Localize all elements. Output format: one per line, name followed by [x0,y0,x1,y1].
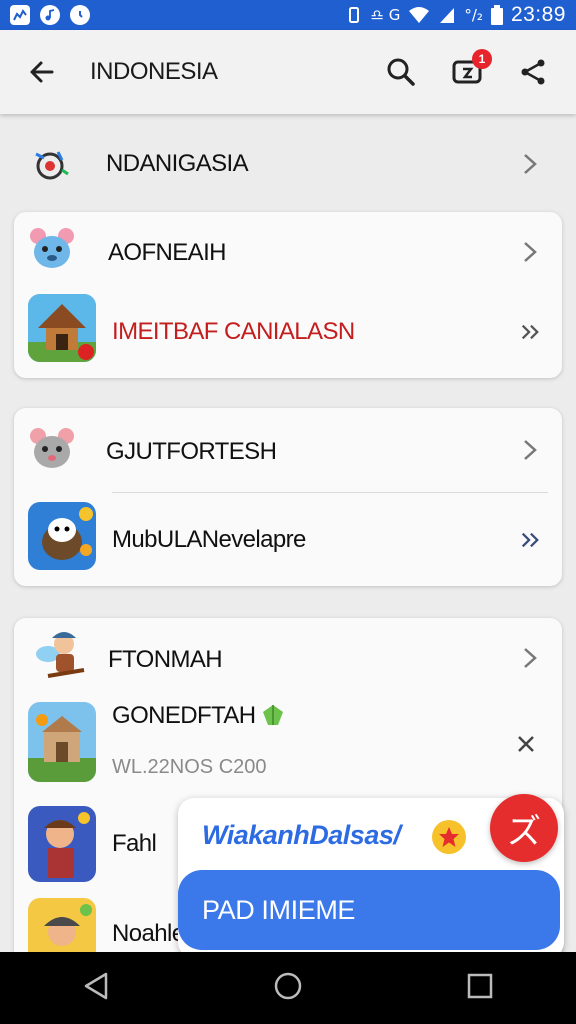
page-title: INDONESIA [90,58,218,85]
chevron-right-icon [520,152,540,176]
wifi-icon [409,7,430,23]
circle-home-icon [274,972,302,999]
hut-game-icon [28,294,96,362]
list-item-ndanigasia[interactable]: NDANIGASIA [14,128,562,200]
list-item-aofneaih[interactable]: AOFNEAIH [14,212,562,292]
mouse-gray-icon [28,424,76,472]
promo-popup: WiakanhDalsas/ ズ PAD IMIEME [178,794,564,958]
popup-primary-button[interactable]: PAD IMIEME [178,870,560,950]
notification-badge: 1 [472,49,492,69]
cow-game-icon [28,502,96,570]
triangle-back-icon [84,972,107,999]
green-gem-icon [262,704,284,726]
search-icon [387,58,415,86]
list-item-gjutfortesh[interactable]: GJUTFORTESH [14,408,562,492]
farmer-game-icon [28,898,96,960]
notifications-button[interactable]: 1 [450,49,492,89]
list-item-label: NDANIGASIA [106,150,249,177]
chevron-right-icon [520,438,540,462]
list-item-label: FTONMAH [108,646,223,673]
back-arrow-icon [30,61,54,83]
music-icon [40,5,60,25]
clock-icon [70,5,90,25]
chevron-right-icon [520,646,540,670]
popup-close-button[interactable]: ズ [490,794,558,862]
share-button[interactable] [516,55,550,89]
share-icon [521,59,545,85]
temple-game-icon [28,702,96,782]
card-group-1: AOFNEAIH IMEITBAF CANIALASN [14,212,562,378]
double-chevron-icon [520,528,540,552]
chart-icon [10,5,30,25]
card-group-2: GJUTFORTESH MubULANevelapre [14,408,562,586]
vibrate-icon [348,7,359,23]
list-item-label: Noahle [112,920,185,947]
close-icon [518,736,534,752]
swirl-logo-icon [32,144,72,184]
battery-percent: °/₂ [464,6,483,24]
list-item-label: Fahl [112,830,157,857]
shuffle-icon [520,320,540,344]
list-item-label: AOFNEAIH [108,239,226,266]
flying-character-icon [28,624,92,688]
battery-icon [490,5,503,25]
cell-signal-icon [440,8,455,23]
nav-back-button[interactable] [82,971,110,1006]
back-button[interactable] [12,42,72,102]
list-item-ftonmah[interactable]: FTONMAH [14,618,562,698]
chevron-right-icon [520,240,540,264]
search-button[interactable] [384,55,418,89]
status-bar: ♎ G °/₂ 23:89 [0,0,576,30]
list-item-mubulan[interactable]: MubULANevelapre [14,500,562,580]
divider [112,492,548,493]
system-nav-bar [0,952,576,1024]
nav-home-button[interactable] [273,971,303,1006]
list-item-label-red: IMEITBAF CANIALASN [112,318,355,345]
list-item-label: MubULANevelapre [112,526,306,553]
list-item-label: GJUTFORTESH [106,438,277,465]
list-item-imeitbaf[interactable]: IMEITBAF CANIALASN [14,292,562,372]
list-item-label: GONEDFTAH [112,702,256,729]
square-recents-icon [468,973,493,998]
nav-recents-button[interactable] [466,972,494,1005]
clock-time: 23:89 [510,3,566,26]
list-item-gonedftah[interactable]: GONEDFTAH WL.22NOS C200 [14,698,562,790]
list-item-subtitle: WL.22NOS C200 [112,756,267,778]
mouse-mascot-icon [28,224,76,272]
star-icon [432,820,466,854]
app-bar: INDONESIA 1 [0,30,576,114]
dismiss-button[interactable] [516,732,536,756]
adventurer-game-icon [28,806,96,882]
popup-text: WiakanhDalsas/ [202,820,401,850]
signal-text: ♎ G [370,6,401,24]
